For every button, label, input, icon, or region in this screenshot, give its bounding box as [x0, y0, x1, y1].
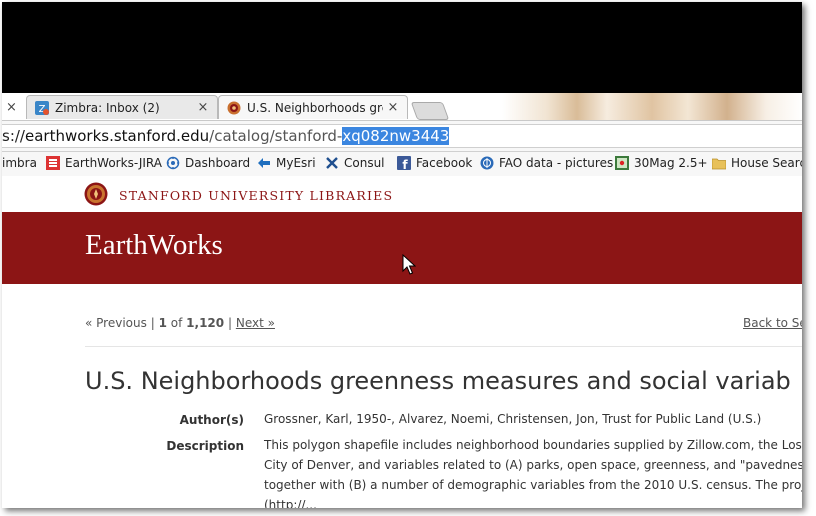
tab-strip: × Z Zimbra: Inbox (2) × U.S. Neighborhoo… — [2, 93, 802, 121]
jira-icon — [46, 156, 60, 170]
tab-label: Zimbra: Inbox (2) — [55, 100, 160, 115]
bookmark-label: FAO data - pictures — [499, 156, 614, 170]
author-label: Author(s) — [179, 413, 244, 427]
browser-window: × Z Zimbra: Inbox (2) × U.S. Neighborhoo… — [2, 2, 802, 508]
bookmark-label: House Search — [731, 156, 802, 170]
tab-close-icon[interactable]: × — [197, 100, 209, 115]
bookmark-myesri[interactable]: MyEsri — [257, 156, 316, 170]
description-line: (http://... — [264, 498, 317, 508]
earthworks-logo[interactable]: EarthWorks — [85, 229, 223, 262]
total-count: 1,120 — [186, 316, 225, 330]
description-line: This polygon shapefile includes neighbor… — [264, 438, 802, 452]
divider — [85, 346, 802, 347]
stanford-seal-icon[interactable] — [84, 182, 108, 206]
previous-link[interactable]: « Previous — [85, 316, 147, 330]
zimbra-icon: Z — [35, 100, 49, 115]
results-pager: « Previous | 1 of 1,120 | Next » — [85, 316, 275, 330]
next-link[interactable]: Next » — [236, 316, 275, 330]
url-host: earthworks.stanford.edu — [24, 127, 210, 145]
bookmark-dashboard[interactable]: Dashboard — [166, 156, 250, 170]
description-label: Description — [166, 439, 244, 453]
bookmark-label: MyEsri — [276, 156, 316, 170]
description-line: City of Denver, and variables related to… — [264, 458, 802, 472]
new-tab-button[interactable] — [410, 102, 450, 120]
tab-close-icon[interactable]: × — [387, 100, 399, 115]
mouse-cursor-icon — [402, 254, 416, 275]
author-value: Grossner, Karl, 1950-, Alvarez, Noemi, C… — [264, 412, 762, 426]
bookmark-30mag[interactable]: 30Mag 2.5+ — [615, 156, 708, 170]
pager-separator: | — [150, 316, 155, 330]
back-to-search-link[interactable]: Back to Se — [743, 316, 802, 330]
tab-close-icon[interactable]: × — [6, 100, 17, 115]
library-name-link[interactable]: STANFORD UNIVERSITY LIBRARIES — [119, 188, 393, 203]
esri-icon — [258, 158, 270, 168]
bookmark-zimbra[interactable]: imbra — [2, 156, 37, 170]
record-title: U.S. Neighborhoods greenness measures an… — [85, 367, 791, 395]
url-path: /catalog/stanford- — [209, 127, 343, 145]
bookmark-label: Facebook — [416, 156, 473, 170]
bookmark-label: imbra — [2, 156, 37, 170]
address-bar-area: s://earthworks.stanford.edu/catalog/stan… — [2, 121, 802, 152]
svg-text:f: f — [402, 158, 408, 170]
address-bar[interactable]: s://earthworks.stanford.edu/catalog/stan… — [2, 124, 802, 148]
fao-icon — [480, 156, 494, 170]
bookmark-label: Consul — [344, 156, 385, 170]
bookmark-label: EarthWorks-JIRA — [65, 156, 162, 170]
consul-icon — [326, 157, 338, 169]
stanford-seal-icon — [227, 101, 241, 114]
tab-zimbra[interactable]: Z Zimbra: Inbox (2) × — [26, 95, 218, 119]
bookmark-earthworks-jira[interactable]: EarthWorks-JIRA — [46, 156, 162, 170]
bookmarks-bar: imbra EarthWorks-JIRA Dashboard MyEsri C… — [2, 152, 802, 177]
pager-of: of — [170, 316, 183, 330]
tab-label: U.S. Neighborhoods green — [247, 100, 383, 115]
bookmark-house-search[interactable]: House Search — [712, 156, 802, 170]
map-icon — [615, 156, 629, 170]
url-scheme: s:// — [2, 127, 25, 145]
blurred-background — [502, 93, 802, 120]
pager-separator: | — [227, 316, 233, 330]
dashboard-icon — [166, 156, 180, 170]
bookmark-facebook[interactable]: f Facebook — [397, 156, 472, 170]
description-line: together with (B) a number of demographi… — [264, 478, 802, 492]
bookmark-fao-data[interactable]: FAO data - pictures — [480, 156, 613, 170]
redacted-top-area — [2, 2, 802, 93]
bookmark-consul[interactable]: Consul — [325, 156, 385, 170]
current-index: 1 — [158, 316, 167, 330]
folder-icon — [712, 158, 726, 170]
facebook-icon: f — [397, 156, 411, 170]
url-selected-text: xq082nw3443 — [342, 127, 450, 145]
bookmark-label: 30Mag 2.5+ — [634, 156, 708, 170]
bookmark-label: Dashboard — [185, 156, 251, 170]
tab-earthworks[interactable]: U.S. Neighborhoods green × — [218, 95, 408, 119]
